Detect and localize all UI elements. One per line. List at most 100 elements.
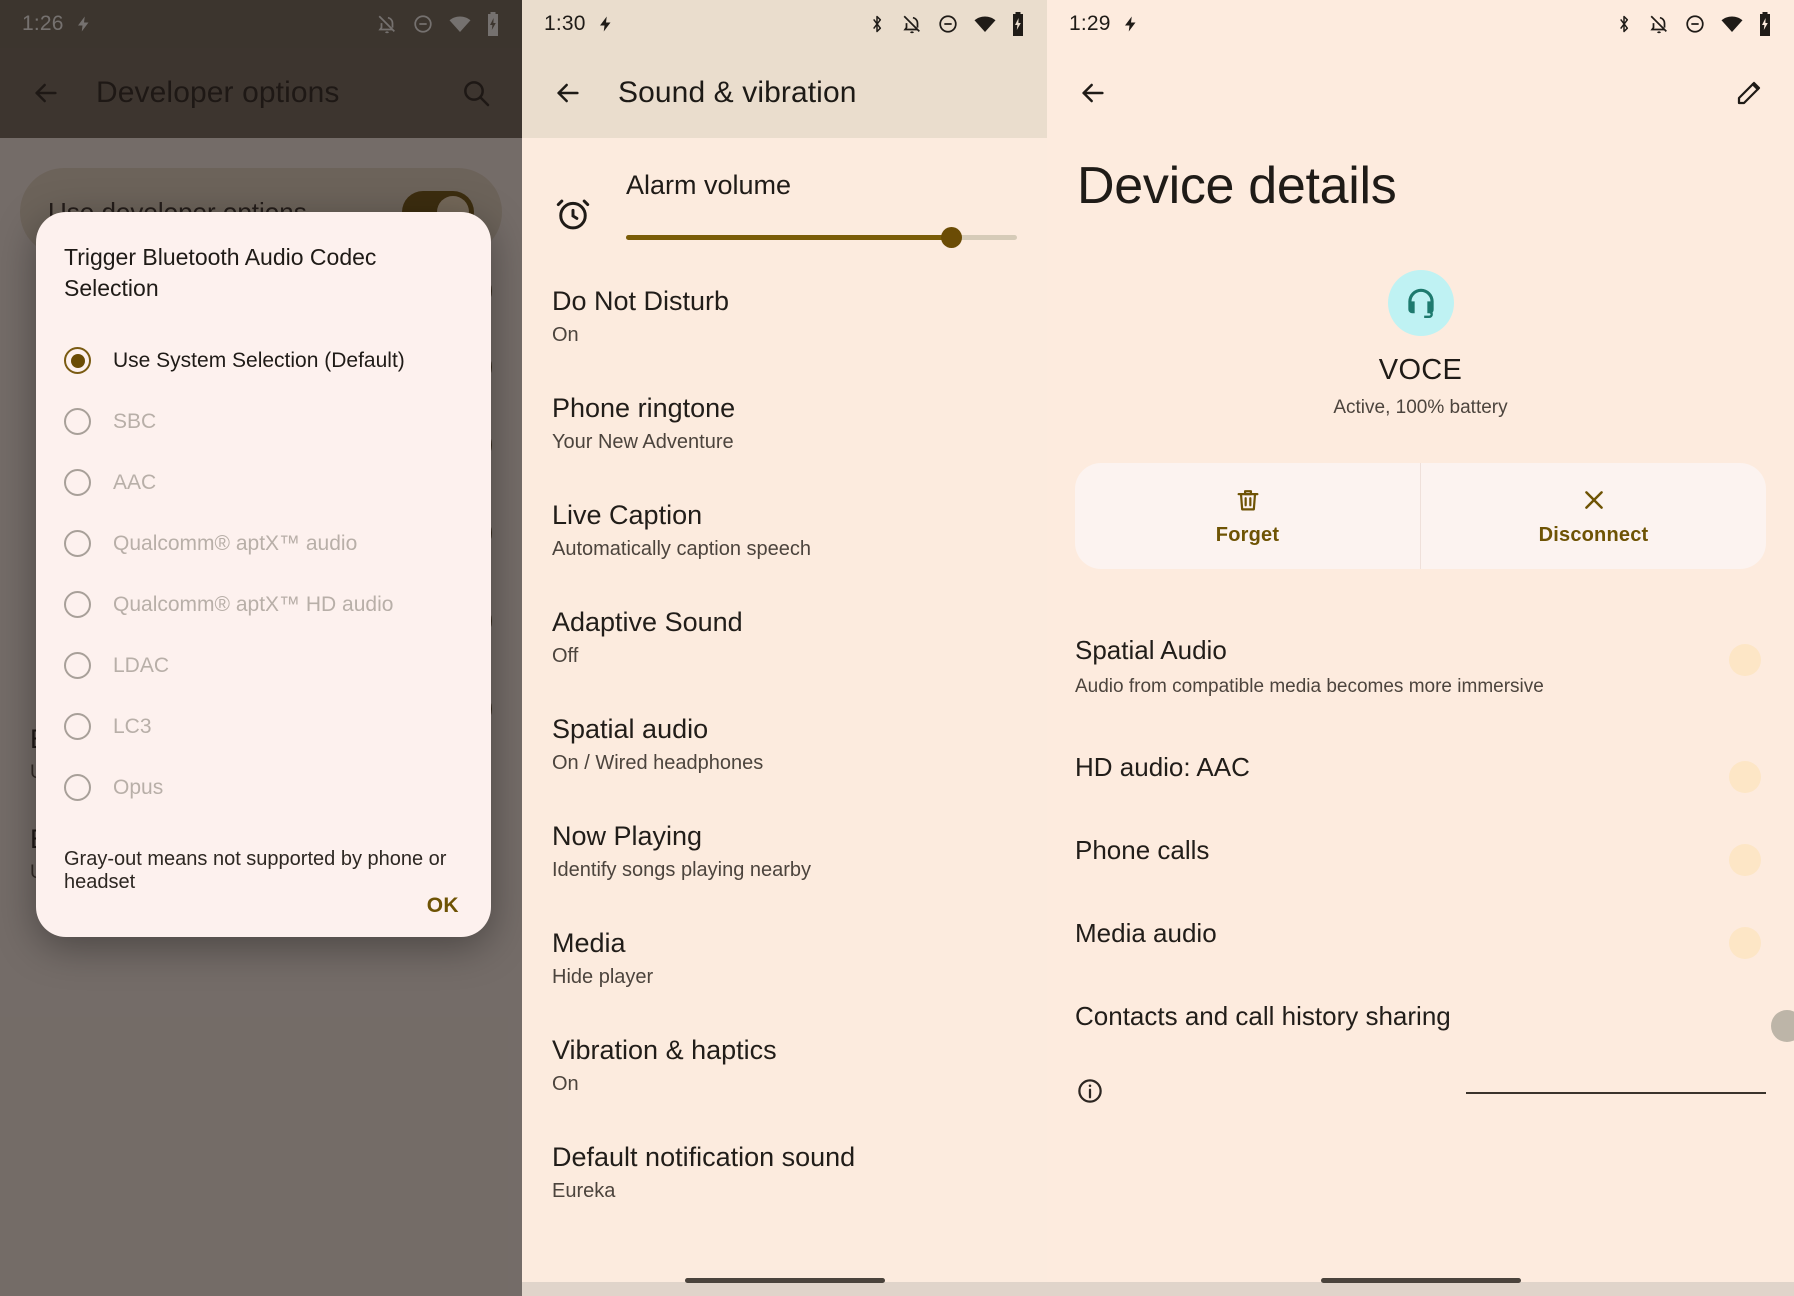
codec-radio-group: Use System Selection (Default) SBC AAC Q…	[64, 330, 463, 818]
status-bar-developer: 1:26	[0, 0, 522, 48]
forget-label: Forget	[1215, 523, 1280, 546]
row-media-audio[interactable]: Media audio	[1075, 892, 1766, 975]
radio-option-ldac: LDAC	[64, 635, 463, 696]
panel-sound-vibration: 1:30 Sound & vibration Alarm volume Do N…	[522, 0, 1047, 1296]
back-arrow-icon[interactable]	[552, 77, 584, 109]
wifi-icon	[1720, 14, 1744, 34]
radio-option-aptx: Qualcomm® aptX™ audio	[64, 513, 463, 574]
list-item-subtitle: Eureka	[552, 1180, 616, 1202]
back-arrow-icon[interactable]	[1077, 77, 1109, 109]
disconnect-button[interactable]: Disconnect	[1420, 463, 1766, 569]
radio-option-opus: Opus	[64, 757, 463, 818]
pencil-icon[interactable]	[1734, 78, 1764, 108]
radio-button-icon	[64, 530, 91, 558]
list-item-title: Phone ringtone	[552, 393, 736, 423]
device-summary: VOCE Active, 100% battery	[1047, 270, 1794, 419]
page-title-developer: Developer options	[96, 76, 340, 109]
dialog-note: Gray-out means not supported by phone or…	[64, 848, 447, 894]
radio-option-label: Use System Selection (Default)	[113, 348, 405, 372]
info-icon[interactable]	[1075, 1076, 1105, 1111]
radio-button-icon	[64, 652, 91, 680]
notifications-off-icon	[376, 13, 398, 35]
page-title-sound: Sound & vibration	[618, 76, 857, 109]
navigation-bar-hint-sound	[522, 1278, 1047, 1296]
panel-device-details: 1:29 Device details VOCE Active, 100% ba…	[1047, 0, 1794, 1296]
list-item-title: Live Caption	[552, 500, 703, 530]
footer-divider	[1466, 1092, 1766, 1095]
radio-option-label: LDAC	[113, 653, 170, 677]
bolt-icon	[75, 13, 93, 35]
radio-option-label: Qualcomm® aptX™ audio	[113, 531, 358, 555]
list-item-subtitle: Your New Adventure	[552, 431, 734, 453]
row-spatial-audio[interactable]: Spatial Audio Audio from compatible medi…	[1075, 609, 1766, 726]
list-item-media[interactable]: Media Hide player	[552, 882, 1017, 989]
status-time: 1:26	[22, 12, 64, 35]
list-item-subtitle: Identify songs playing nearby	[552, 859, 812, 881]
radio-option-aptx-hd: Qualcomm® aptX™ HD audio	[64, 574, 463, 635]
ok-button[interactable]: OK	[427, 894, 459, 917]
alarm-clock-icon	[552, 170, 598, 239]
page-title-device-details: Device details	[1077, 157, 1397, 215]
do-not-disturb-icon	[1684, 13, 1706, 35]
list-item-default-notification-sound[interactable]: Default notification sound Eureka	[552, 1096, 1017, 1203]
sound-settings-list: Do Not Disturb On Phone ringtone Your Ne…	[552, 240, 1017, 1203]
codec-selection-dialog: Trigger Bluetooth Audio Codec Selection …	[36, 212, 491, 937]
list-item-live-caption[interactable]: Live Caption Automatically caption speec…	[552, 454, 1017, 561]
appbar-sound-vibration: Sound & vibration	[522, 48, 1047, 138]
wifi-icon	[973, 14, 997, 34]
alarm-volume-thumb[interactable]	[940, 227, 962, 248]
row-contacts-sharing[interactable]: Contacts and call history sharing	[1075, 975, 1794, 1058]
device-toggle-list: Spatial Audio Audio from compatible medi…	[1047, 609, 1794, 1058]
list-item-title: Vibration & haptics	[552, 1035, 777, 1065]
search-icon[interactable]	[460, 77, 492, 109]
row-hd-audio[interactable]: HD audio: AAC	[1075, 726, 1766, 809]
status-time: 1:29	[1069, 12, 1111, 35]
device-status: Active, 100% battery	[1333, 397, 1508, 418]
row-title: Contacts and call history sharing	[1075, 1000, 1451, 1031]
radio-button-icon	[64, 408, 91, 436]
list-item-phone-ringtone[interactable]: Phone ringtone Your New Adventure	[552, 347, 1017, 454]
row-title: Phone calls	[1075, 834, 1210, 865]
alarm-volume-slider[interactable]	[626, 227, 1017, 248]
radio-option-use-system-selection[interactable]: Use System Selection (Default)	[64, 330, 463, 391]
list-item-adaptive-sound[interactable]: Adaptive Sound Off	[552, 561, 1017, 668]
list-item-spatial-audio[interactable]: Spatial audio On / Wired headphones	[552, 668, 1017, 775]
list-item-title: Media	[552, 928, 626, 958]
dialog-title: Trigger Bluetooth Audio Codec Selection	[64, 244, 377, 302]
forget-button[interactable]: Forget	[1075, 463, 1420, 569]
list-item-title: Adaptive Sound	[552, 607, 743, 637]
device-details-content: Device details VOCE Active, 100% battery…	[1047, 138, 1794, 1296]
radio-button-icon	[64, 713, 91, 741]
device-footer	[1047, 1058, 1794, 1111]
sound-vibration-content: Alarm volume Do Not Disturb On Phone rin…	[522, 138, 1047, 1296]
three-panel-screenshot: 1:26 Developer options Trigger Bluetooth…	[0, 0, 1794, 1296]
list-item-subtitle: Hide player	[552, 966, 654, 988]
list-item-do-not-disturb[interactable]: Do Not Disturb On	[552, 240, 1017, 347]
back-arrow-icon[interactable]	[30, 77, 62, 109]
radio-option-label: SBC	[113, 409, 157, 433]
row-phone-calls[interactable]: Phone calls	[1075, 809, 1766, 892]
list-item-subtitle: On	[552, 1073, 579, 1095]
radio-button-icon[interactable]	[64, 347, 91, 375]
alarm-volume-label: Alarm volume	[626, 170, 792, 200]
notifications-off-icon	[901, 13, 923, 35]
list-item-now-playing[interactable]: Now Playing Identify songs playing nearb…	[552, 775, 1017, 882]
list-item-title: Default notification sound	[552, 1142, 856, 1172]
do-not-disturb-icon	[412, 13, 434, 35]
radio-option-label: Opus	[113, 775, 164, 799]
list-item-vibration-haptics[interactable]: Vibration & haptics On	[552, 989, 1017, 1096]
battery-charging-icon	[1011, 12, 1025, 36]
radio-option-aac: AAC	[64, 452, 463, 513]
alarm-volume-row[interactable]: Alarm volume	[552, 138, 1017, 248]
list-item-subtitle: Automatically caption speech	[552, 538, 812, 560]
appbar-developer-options: Developer options	[0, 48, 522, 138]
dialog-actions: OK	[64, 894, 463, 952]
radio-button-icon	[64, 774, 91, 802]
row-title: Media audio	[1075, 917, 1217, 948]
device-name: VOCE	[1378, 354, 1463, 386]
close-x-icon	[1580, 486, 1608, 514]
device-action-bar: Forget Disconnect	[1075, 463, 1766, 569]
headphones-icon	[1387, 270, 1454, 336]
list-item-title: Spatial audio	[552, 714, 709, 744]
list-item-title: Now Playing	[552, 821, 703, 851]
